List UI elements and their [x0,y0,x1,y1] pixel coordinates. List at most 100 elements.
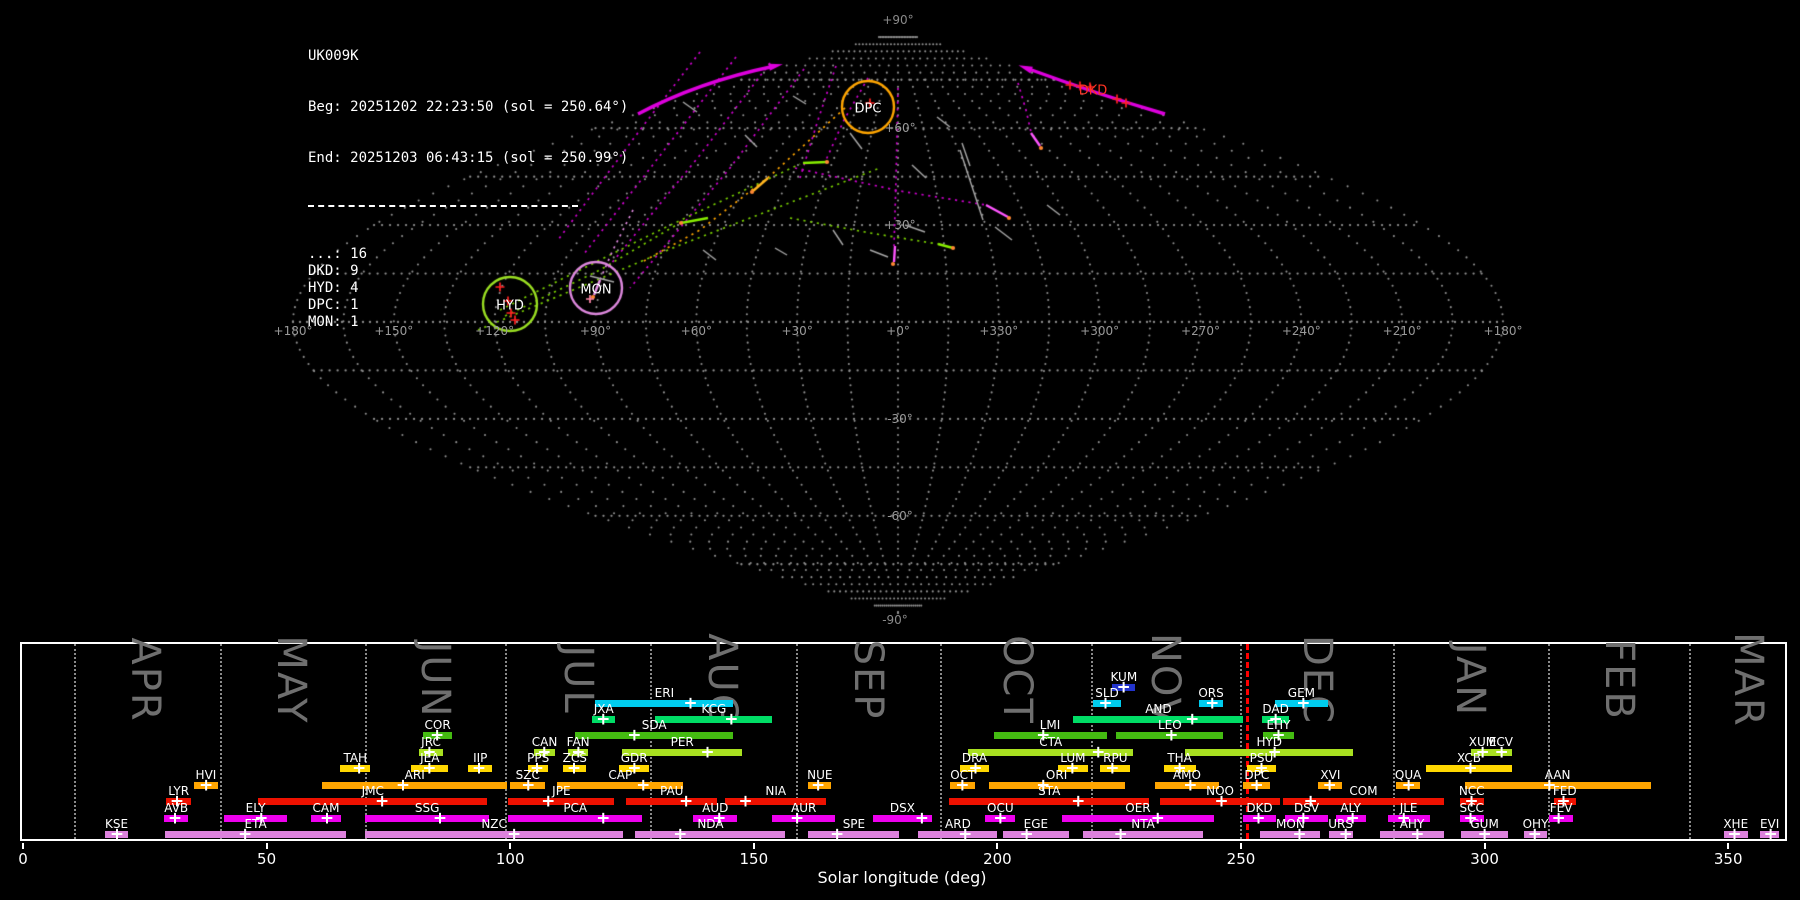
x-tick-label-300: 300 [1470,850,1499,868]
shower-peak-xcb: + [1463,758,1478,778]
shower-bar-sda [574,732,734,739]
x-tick-200 [996,843,999,849]
shower-label-and: AND [1145,702,1172,716]
lat-label-60: +60° [884,121,916,136]
shower-bar-ege [1003,831,1069,838]
month-gridline-4 [649,644,652,839]
shower-peak-gem: + [1296,693,1311,713]
shower-label-dsx: DSX [889,801,915,815]
count-line-: ...: 16 [308,246,368,262]
shower-peak-fev: + [1551,808,1566,828]
shower-peak-ard: + [958,824,973,844]
shower-peak-nue: + [810,775,826,795]
month-gridline-8 [1239,644,1242,839]
lat-label--60: -60° [887,508,913,523]
shower-peak-kse: + [109,824,125,844]
observation-header: UK009K Beg: 20251202 22:23:50 (sol = 250… [308,14,628,365]
shower-peak-ohy: + [1527,824,1542,844]
month-label-may: MAY [267,635,314,725]
shower-peak-rpu: + [1105,758,1120,778]
shower-peak-nia: + [738,791,753,811]
lon-label-180: +180° [273,324,313,338]
x-axis-title: Solar longitude (deg) [817,868,987,887]
month-label-apr: APR [121,637,168,723]
month-gridline-6 [940,644,943,839]
x-tick-250 [1240,843,1242,849]
shower-label-eri: ERI [654,686,675,700]
shower-peak-ahy: + [1410,824,1425,844]
shower-peak-dsx: + [914,808,929,828]
shower-bar-ssg [365,815,490,822]
shower-peak-dpc: + [1249,775,1264,795]
shower-peak-iip: + [471,758,487,778]
shower-peak-pca: + [596,808,611,828]
shower-peak-avb: + [167,808,183,828]
lon-label-240: +240° [1281,324,1321,338]
shower-label-spe: SPE [842,817,866,831]
count-line-MON: MON: 1 [308,314,359,330]
shower-label-com: COM [1349,784,1378,798]
month-gridline-2 [365,644,367,839]
shower-peak-gum: + [1477,824,1492,844]
month-label-oct: OCT [993,635,1040,725]
x-tick-label-50: 50 [257,850,277,868]
sky-map-canvas [0,0,1800,640]
x-tick-label-0: 0 [18,850,28,868]
x-tick-300 [1483,843,1486,849]
header-separator [308,205,578,207]
shower-peak-sta: + [1071,791,1086,811]
x-tick-label-250: 250 [1226,850,1256,868]
activity-timeline-chart: APR MAY JUN JUL AUG SEP OCT NOV DEC JAN FEB MAR KUM +… [20,632,1787,844]
x-tick-label-100: 100 [495,850,525,868]
x-tick-label-150: 150 [739,850,769,868]
shower-label-nda: NDA [697,817,724,831]
shower-peak-urs: + [1338,824,1353,844]
x-tick-label-350: 350 [1713,850,1743,868]
shower-peak-jmc: + [374,791,390,811]
x-tick-350 [1727,843,1730,849]
end-time: End: 20251203 06:43:15 (sol = 250.99°) [308,150,629,166]
shower-peak-xhe: + [1727,824,1742,844]
radiant-map-screen: +90° -90° +60° +30° -30° -60° +180° +150° +120° +… [0,0,1800,900]
x-tick-150 [752,843,755,849]
shower-bar-kcg [655,716,773,723]
month-gridline-3 [504,644,507,839]
shower-bar-nzc [365,831,624,838]
count-line-HYD: HYD: 4 [308,280,359,296]
lon-label-330: +330° [979,324,1019,338]
lon-label-0: +0° [886,324,910,338]
shower-peak-spe: + [829,824,845,844]
month-label-sep: SEP [845,639,892,721]
shower-label-sda: SDA [641,718,667,732]
shower-bar-eta [165,831,346,838]
month-label-feb: FEB [1595,639,1642,721]
month-gridline-9 [1393,644,1396,839]
shower-bar-ari [322,782,508,789]
shower-peak-eri: + [683,693,698,713]
month-label-jan: JAN [1446,642,1493,718]
shower-peak-ors: + [1205,693,1220,713]
count-line-DPC: DPC: 1 [308,297,359,313]
shower-peak-ssg: + [432,808,448,828]
shower-label-cta: CTA [1039,735,1063,749]
shower-bar-pca [508,815,643,822]
lon-label-270: +270° [1181,324,1220,338]
month-gridline-0 [73,644,76,839]
lon-label-180: +180° [1483,324,1523,338]
lon-label-30: +30° [781,324,813,338]
shower-peak-dkd: + [1251,808,1266,828]
shower-count-list: ...: 16 DKD: 9 HYD: 4 DPC: 1 MON: 1 [308,246,628,331]
shower-peak-jxa: + [596,709,611,729]
shower-peak-amo: + [1183,775,1198,795]
shower-bar-sta [949,798,1150,805]
shower-peak-evi: + [1763,824,1778,844]
shower-label-nia: NIA [765,784,787,798]
pole-label-north: +90° [882,13,914,27]
shower-peak-mon: + [1292,824,1307,844]
month-gridline-11 [1689,644,1692,839]
shower-label-per: PER [670,735,694,749]
shower-bar-nda [635,831,786,838]
shower-peak-xvi: + [1322,775,1337,795]
shower-bar-mon [1260,831,1321,838]
shower-peak-oct: + [955,775,970,795]
